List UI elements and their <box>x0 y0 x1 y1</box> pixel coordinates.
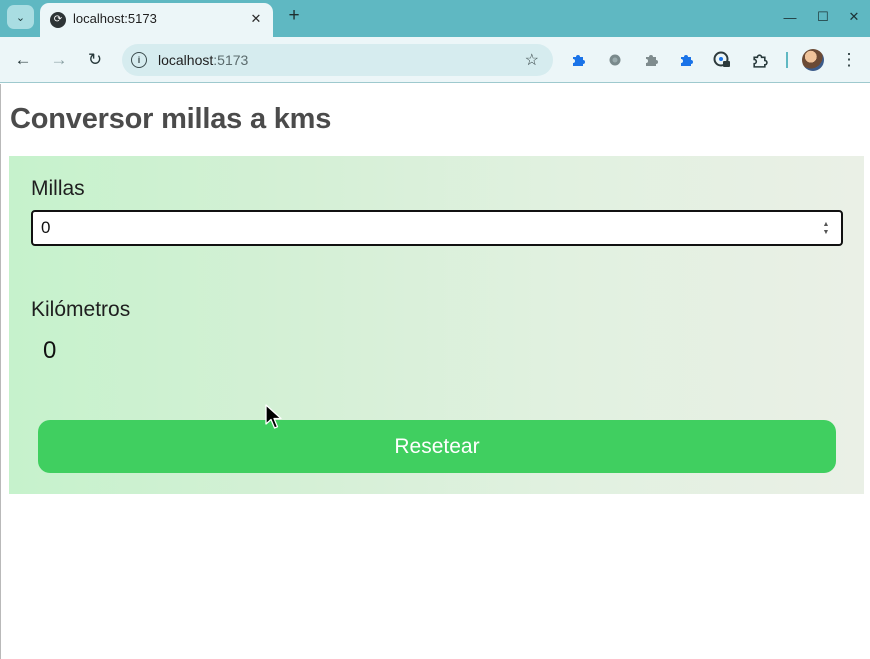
tab-localhost[interactable]: ⟳ localhost:5173 ✕ <box>40 3 273 37</box>
bookmark-star-icon[interactable]: ☆ <box>525 50 539 70</box>
tab-strip: ⌄ ⟳ localhost:5173 ✕ + — ☐ ✕ <box>0 0 870 37</box>
extensions-icon[interactable] <box>750 51 768 69</box>
page-viewport: Conversor millas a kms Millas ▲ ▼ Kilóme… <box>0 84 870 659</box>
miles-label: Millas <box>31 177 85 200</box>
close-window-button[interactable]: ✕ <box>843 6 865 28</box>
browser-toolbar: ← → ↻ i localhost:5173 ☆ ⋮ <box>0 37 870 83</box>
stepper-down-icon[interactable]: ▼ <box>823 229 830 237</box>
stepper-up-icon[interactable]: ▲ <box>823 221 830 229</box>
puzzle-blue-icon[interactable] <box>569 51 587 69</box>
tab-search-button[interactable]: ⌄ <box>7 5 34 29</box>
minimize-button[interactable]: — <box>779 6 801 28</box>
forward-button[interactable]: → <box>47 48 71 72</box>
address-host: localhost <box>158 52 214 68</box>
address-port: :5173 <box>213 52 249 68</box>
back-button[interactable]: ← <box>11 48 35 72</box>
new-tab-button[interactable]: + <box>283 5 305 27</box>
address-url[interactable]: localhost:5173 <box>158 52 248 68</box>
maximize-button[interactable]: ☐ <box>812 6 834 28</box>
reload-button[interactable]: ↻ <box>83 48 107 72</box>
page-title: Conversor millas a kms <box>10 103 332 135</box>
profile-avatar[interactable] <box>802 49 824 71</box>
site-info-icon[interactable]: i <box>131 52 147 68</box>
number-stepper[interactable]: ▲ ▼ <box>821 220 831 238</box>
address-bar[interactable]: i localhost:5173 ☆ <box>122 44 553 76</box>
toolbar-divider <box>786 52 788 68</box>
puzzle-blue-icon[interactable] <box>677 51 695 69</box>
miles-input[interactable] <box>31 210 843 246</box>
converter-card: Millas ▲ ▼ Kilómetros 0 Resetear <box>9 156 864 494</box>
tab-close-button[interactable]: ✕ <box>247 10 265 28</box>
password-manager-icon[interactable] <box>713 51 731 69</box>
shield-gray-icon[interactable] <box>606 51 624 69</box>
kilometers-value: 0 <box>43 337 57 364</box>
tab-title: localhost:5173 <box>73 11 157 26</box>
browser-menu-button[interactable]: ⋮ <box>840 48 858 72</box>
kilometers-label: Kilómetros <box>31 298 131 321</box>
chevron-down-icon: ⌄ <box>15 11 26 24</box>
reset-button[interactable]: Resetear <box>38 420 836 473</box>
mouse-cursor-icon <box>265 404 282 429</box>
reload-favicon-icon: ⟳ <box>50 12 66 28</box>
puzzle-gray-icon[interactable] <box>642 51 660 69</box>
